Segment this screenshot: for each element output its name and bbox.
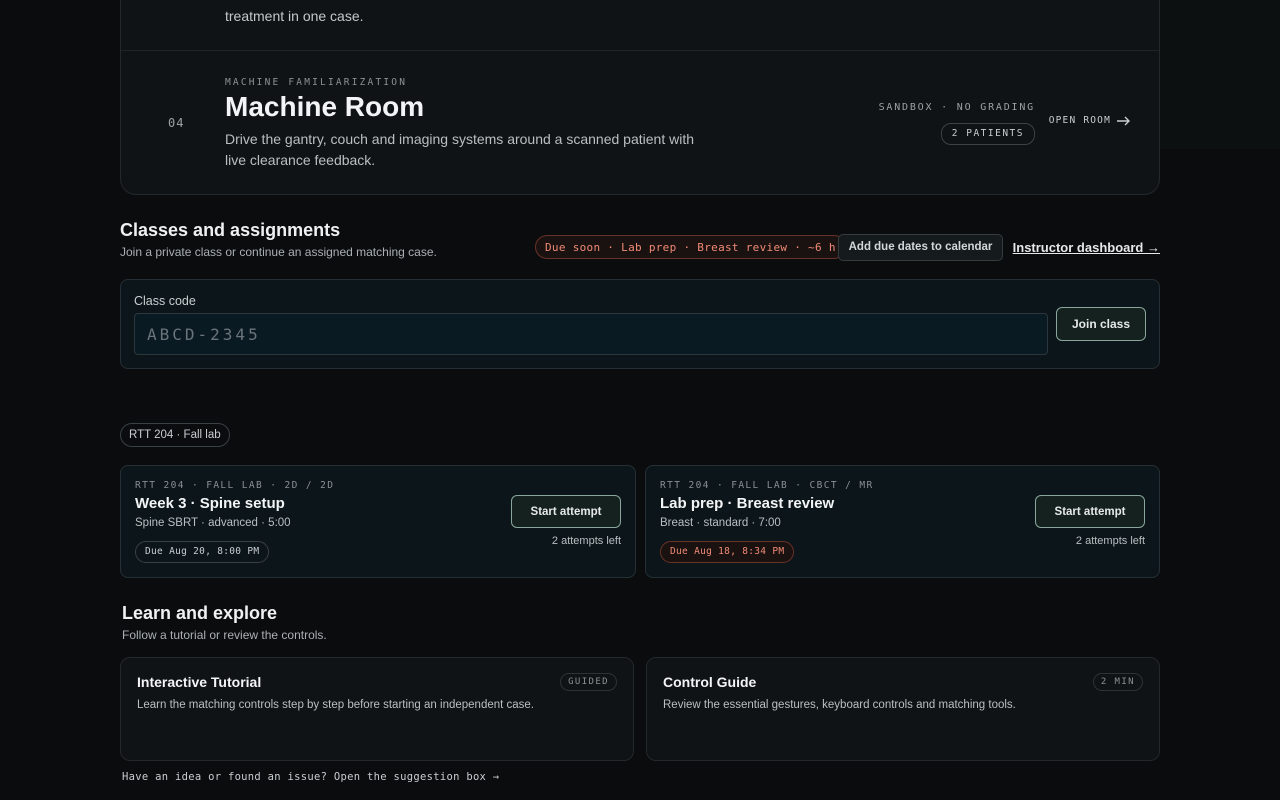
divider xyxy=(121,50,1159,51)
start-attempt-button[interactable]: Start attempt xyxy=(511,495,621,528)
classes-title: Classes and assignments xyxy=(120,220,341,240)
control-guide-card[interactable]: Control Guide 2 MIN Review the essential… xyxy=(646,657,1160,761)
due-date-badge: Due Aug 20, 8:00 PM xyxy=(135,541,270,563)
card-badge: 2 MIN xyxy=(1092,673,1143,691)
add-to-calendar-button[interactable]: Add due dates to calendar xyxy=(838,234,1003,261)
class-code-label: Class code xyxy=(134,294,196,308)
open-room-link[interactable]: OPEN ROOM xyxy=(1049,115,1131,126)
arrow-right-icon xyxy=(1117,116,1130,125)
class-group-chip: RTT 204 · Fall lab xyxy=(120,423,230,447)
tutorial-card[interactable]: Interactive Tutorial GUIDED Learn the ma… xyxy=(120,657,634,761)
assignment-title: Week 3 · Spine setup xyxy=(135,495,285,512)
start-attempt-button[interactable]: Start attempt xyxy=(1035,495,1145,528)
assignment-eyebrow: RTT 204 · FALL LAB · 2D / 2D xyxy=(135,480,335,491)
mode-number: 04 xyxy=(168,116,185,130)
patients-badge: 2 PATIENTS xyxy=(940,123,1035,145)
learn-title: Learn and explore xyxy=(122,603,278,623)
mode-meta: SANDBOX · NO GRADING xyxy=(878,102,1035,113)
class-code-card: Class code Join class xyxy=(120,279,1160,369)
assignment-card: RTT 204 · FALL LAB · 2D / 2D Week 3 · Sp… xyxy=(120,465,636,578)
open-room-label: OPEN ROOM xyxy=(1048,115,1111,126)
instructor-dashboard-link[interactable]: Instructor dashboard → xyxy=(1013,240,1160,255)
mode-description: Drive the gantry, couch and imaging syst… xyxy=(225,131,694,168)
previous-mode-description: treatment in one case. xyxy=(225,8,364,24)
mode-title: Machine Room xyxy=(225,91,425,122)
card-description: Review the essential gestures, keyboard … xyxy=(663,699,1016,711)
class-code-input[interactable] xyxy=(134,313,1048,355)
assignment-eyebrow: RTT 204 · FALL LAB · CBCT / MR xyxy=(660,480,874,491)
card-title: Control Guide xyxy=(663,674,757,690)
join-class-button[interactable]: Join class xyxy=(1056,307,1146,341)
assignment-meta: Breast · standard · 7:00 xyxy=(660,517,781,529)
background-panel xyxy=(1160,0,1280,149)
attempts-left: 2 attempts left xyxy=(1075,535,1145,547)
card-badge: GUIDED xyxy=(560,673,617,691)
card-description: Learn the matching controls step by step… xyxy=(137,699,535,711)
due-date-badge: Due Aug 18, 8:34 PM xyxy=(660,541,795,563)
attempts-left: 2 attempts left xyxy=(551,535,621,547)
due-soon-badge: Due soon · Lab prep · Breast review · ~6… xyxy=(535,235,846,259)
mode-eyebrow: MACHINE FAMILIARIZATION xyxy=(225,77,408,88)
modes-card: treatment in one case. 04 MACHINE FAMILI… xyxy=(120,0,1160,195)
assignment-meta: Spine SBRT · advanced · 5:00 xyxy=(135,517,291,529)
card-title: Interactive Tutorial xyxy=(137,674,262,690)
suggestion-box-link[interactable]: Have an idea or found an issue? Open the… xyxy=(122,771,499,783)
learn-subtitle: Follow a tutorial or review the controls… xyxy=(122,628,327,642)
classes-subtitle: Join a private class or continue an assi… xyxy=(120,245,437,259)
assignment-card: RTT 204 · FALL LAB · CBCT / MR Lab prep … xyxy=(645,465,1160,578)
assignment-title: Lab prep · Breast review xyxy=(660,495,835,512)
